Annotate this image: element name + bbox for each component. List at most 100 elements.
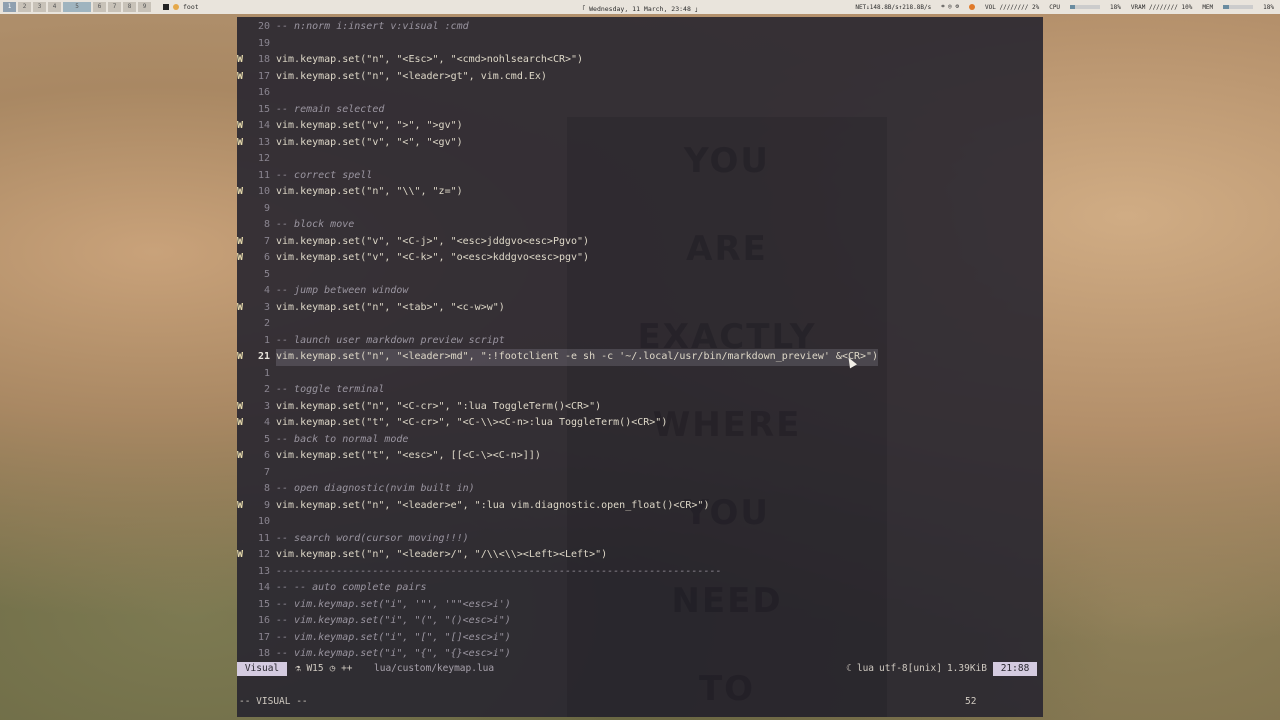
editor-line[interactable]: W 9 vim.keymap.set("n", "<leader>e", ":lua… bbox=[237, 498, 1043, 515]
terminal-window[interactable]: YOU ARE EXACTLY WHERE YOU NEED TO 20 -- n:norm … bbox=[237, 17, 1043, 717]
line-text: vim.keymap.set("n", "<leader>/", "/\\<\\… bbox=[276, 549, 608, 560]
editor-buffer[interactable]: 20 -- n:norm i:insert v:visual :cmd 19 W 18 v… bbox=[237, 19, 1043, 663]
line-number: 18 bbox=[257, 54, 270, 65]
line-text: vim.keymap.set("v", ">", ">gv") bbox=[276, 120, 463, 131]
workspace-4[interactable]: 4 bbox=[48, 2, 61, 12]
line-text: -- open diagnostic(nvim built in) bbox=[276, 483, 475, 494]
line-text: vim.keymap.set("n", "<leader>e", ":lua v… bbox=[276, 499, 710, 511]
editor-line[interactable]: 5 -- back to normal mode bbox=[237, 432, 1043, 449]
editor-line[interactable]: W 7 vim.keymap.set("v", "<C-j>", "<esc>jdd… bbox=[237, 234, 1043, 251]
editor-line[interactable]: 8 -- block move bbox=[237, 217, 1043, 234]
editor-line[interactable]: 18 -- vim.keymap.set("i", "{", "{}<esc>i"… bbox=[237, 646, 1043, 663]
mem-bar bbox=[1223, 5, 1254, 9]
line-number: 12 bbox=[257, 153, 270, 164]
line-number: 17 bbox=[257, 631, 270, 643]
editor-line[interactable]: 1 -- launch user markdown preview script bbox=[237, 333, 1043, 350]
editor-line[interactable]: 11 -- search word(cursor moving!!!) bbox=[237, 531, 1043, 548]
modified-indicator: ◷ ++ bbox=[329, 663, 353, 674]
line-number: 11 bbox=[257, 532, 270, 544]
line-text: -- vim.keymap.set("i", '"', '""<esc>i') bbox=[276, 598, 511, 610]
workspace-1[interactable]: 1 bbox=[3, 2, 16, 12]
editor-line[interactable]: 13 --------------------------------------… bbox=[237, 564, 1043, 581]
file-path: lua/custom/keymap.lua bbox=[374, 663, 495, 674]
workspace-5[interactable]: 5 bbox=[63, 2, 91, 12]
volume[interactable]: VOL //////// 2% bbox=[985, 4, 1039, 11]
editor-line[interactable]: W 10 vim.keymap.set("n", "\\", "z=") bbox=[237, 184, 1043, 201]
lua-icon: ☾ bbox=[846, 663, 852, 674]
line-text: -- launch user markdown preview script bbox=[276, 334, 505, 346]
line-text: vim.keymap.set("t", "<C-cr>", "<C-\\><C-… bbox=[276, 417, 668, 428]
editor-line[interactable]: W 18 vim.keymap.set("n", "<Esc>", "<cmd>no… bbox=[237, 52, 1043, 69]
line-text: -- vim.keymap.set("i", "[", "[]<esc>i") bbox=[276, 631, 511, 643]
workspace-3[interactable]: 3 bbox=[33, 2, 46, 12]
workspace-9[interactable]: 9 bbox=[138, 2, 151, 12]
line-number: 10 bbox=[257, 516, 270, 527]
line-number: 18 bbox=[257, 648, 270, 659]
line-number: 20 bbox=[257, 21, 270, 32]
editor-line[interactable]: 16 bbox=[237, 85, 1043, 102]
line-number: 16 bbox=[257, 615, 270, 626]
workspace-8[interactable]: 8 bbox=[123, 2, 136, 12]
editor-line[interactable]: 12 bbox=[237, 151, 1043, 168]
editor-line[interactable]: W 3 vim.keymap.set("n", "<C-cr>", ":lua To… bbox=[237, 399, 1043, 416]
line-text: vim.keymap.set("n", "<C-cr>", ":lua Togg… bbox=[276, 400, 602, 412]
editor-line[interactable]: 14 -- -- auto complete pairs bbox=[237, 580, 1043, 597]
editor-line[interactable]: 9 bbox=[237, 201, 1043, 218]
line-text: -- jump between window bbox=[276, 285, 409, 296]
cursor-position: 21:88 bbox=[993, 662, 1037, 676]
editor-line[interactable]: W 14 vim.keymap.set("v", ">", ">gv") bbox=[237, 118, 1043, 135]
editor-line[interactable]: 15 -- vim.keymap.set("i", '"', '""<esc>i'… bbox=[237, 597, 1043, 614]
editor-line[interactable]: 8 -- open diagnostic(nvim built in) bbox=[237, 481, 1043, 498]
command-line[interactable]: -- VISUAL -- 52 bbox=[237, 695, 1043, 709]
editor-line[interactable]: 10 bbox=[237, 514, 1043, 531]
selection-count: 52 bbox=[965, 696, 977, 707]
line-number: 3 bbox=[263, 400, 270, 412]
editor-line[interactable]: 16 -- vim.keymap.set("i", "(", "()<esc>i"… bbox=[237, 613, 1043, 630]
editor-line[interactable]: 7 bbox=[237, 465, 1043, 482]
editor-line[interactable]: 11 -- correct spell bbox=[237, 168, 1043, 185]
workspace-2[interactable]: 2 bbox=[18, 2, 31, 12]
line-number: 1 bbox=[263, 367, 270, 379]
diagnostics: ⚗ W15 ◷ ++ bbox=[295, 662, 353, 676]
editor-line[interactable]: 19 bbox=[237, 36, 1043, 53]
editor-line[interactable]: 5 bbox=[237, 267, 1043, 284]
workspace-7[interactable]: 7 bbox=[108, 2, 121, 12]
line-number: 15 bbox=[257, 103, 270, 115]
line-number: 10 bbox=[257, 186, 270, 197]
mode-message: -- VISUAL -- bbox=[239, 696, 308, 707]
editor-line[interactable]: 17 -- vim.keymap.set("i", "[", "[]<esc>i"… bbox=[237, 630, 1043, 647]
editor-line[interactable]: W 12 vim.keymap.set("n", "<leader>/", "/\\… bbox=[237, 547, 1043, 564]
filetype: lua bbox=[856, 663, 875, 674]
record-icon[interactable] bbox=[969, 4, 976, 10]
line-number: 12 bbox=[257, 549, 270, 560]
line-number: 14 bbox=[257, 120, 270, 131]
editor-line[interactable]: W 4 vim.keymap.set("t", "<C-cr>", "<C-\\><… bbox=[237, 415, 1043, 432]
mem-label: MEM bbox=[1202, 3, 1214, 11]
editor-line[interactable]: 20 -- n:norm i:insert v:visual :cmd bbox=[237, 19, 1043, 36]
workspace-switcher: 1 2 3 4 5 6 7 8 9 bbox=[0, 2, 151, 12]
editor-line[interactable]: 1 bbox=[237, 366, 1043, 383]
line-text: vim.keymap.set("n", "<tab>", "<c-w>w") bbox=[276, 301, 505, 313]
editor-line[interactable]: 2 bbox=[237, 316, 1043, 333]
line-number: 14 bbox=[257, 582, 270, 593]
line-number: 4 bbox=[263, 285, 270, 296]
line-number: 9 bbox=[263, 499, 270, 511]
editor-line[interactable]: 15 -- remain selected bbox=[237, 102, 1043, 119]
workspace-6[interactable]: 6 bbox=[93, 2, 106, 12]
editor-line[interactable]: W 6 vim.keymap.set("t", "<esc>", [[<C-\><C… bbox=[237, 448, 1043, 465]
editor-line[interactable]: W 17 vim.keymap.set("n", "<leader>gt", vim… bbox=[237, 69, 1043, 86]
editor-line[interactable]: W 13 vim.keymap.set("v", "<", "<gv") bbox=[237, 135, 1043, 152]
line-number: 13 bbox=[257, 565, 270, 577]
editor-line[interactable]: 4 -- jump between window bbox=[237, 283, 1043, 300]
line-text: -- toggle terminal bbox=[276, 384, 385, 395]
line-text: vim.keymap.set("v", "<C-j>", "<esc>jddgv… bbox=[276, 235, 590, 247]
editor-line[interactable]: 2 -- toggle terminal bbox=[237, 382, 1043, 399]
line-number: 2 bbox=[263, 318, 270, 329]
line-text: ----------------------------------------… bbox=[276, 565, 722, 577]
editor-line[interactable]: W 6 vim.keymap.set("v", "<C-k>", "o<esc>kd… bbox=[237, 250, 1043, 267]
current-line[interactable]: W 21 vim.keymap.set("n", "<leader>md", ":!… bbox=[237, 349, 1043, 366]
editor-line[interactable]: W 3 vim.keymap.set("n", "<tab>", "<c-w>w") bbox=[237, 300, 1043, 317]
app-dot-icon bbox=[173, 4, 179, 10]
line-text: -- -- auto complete pairs bbox=[276, 582, 427, 593]
line-number: 8 bbox=[263, 219, 270, 230]
